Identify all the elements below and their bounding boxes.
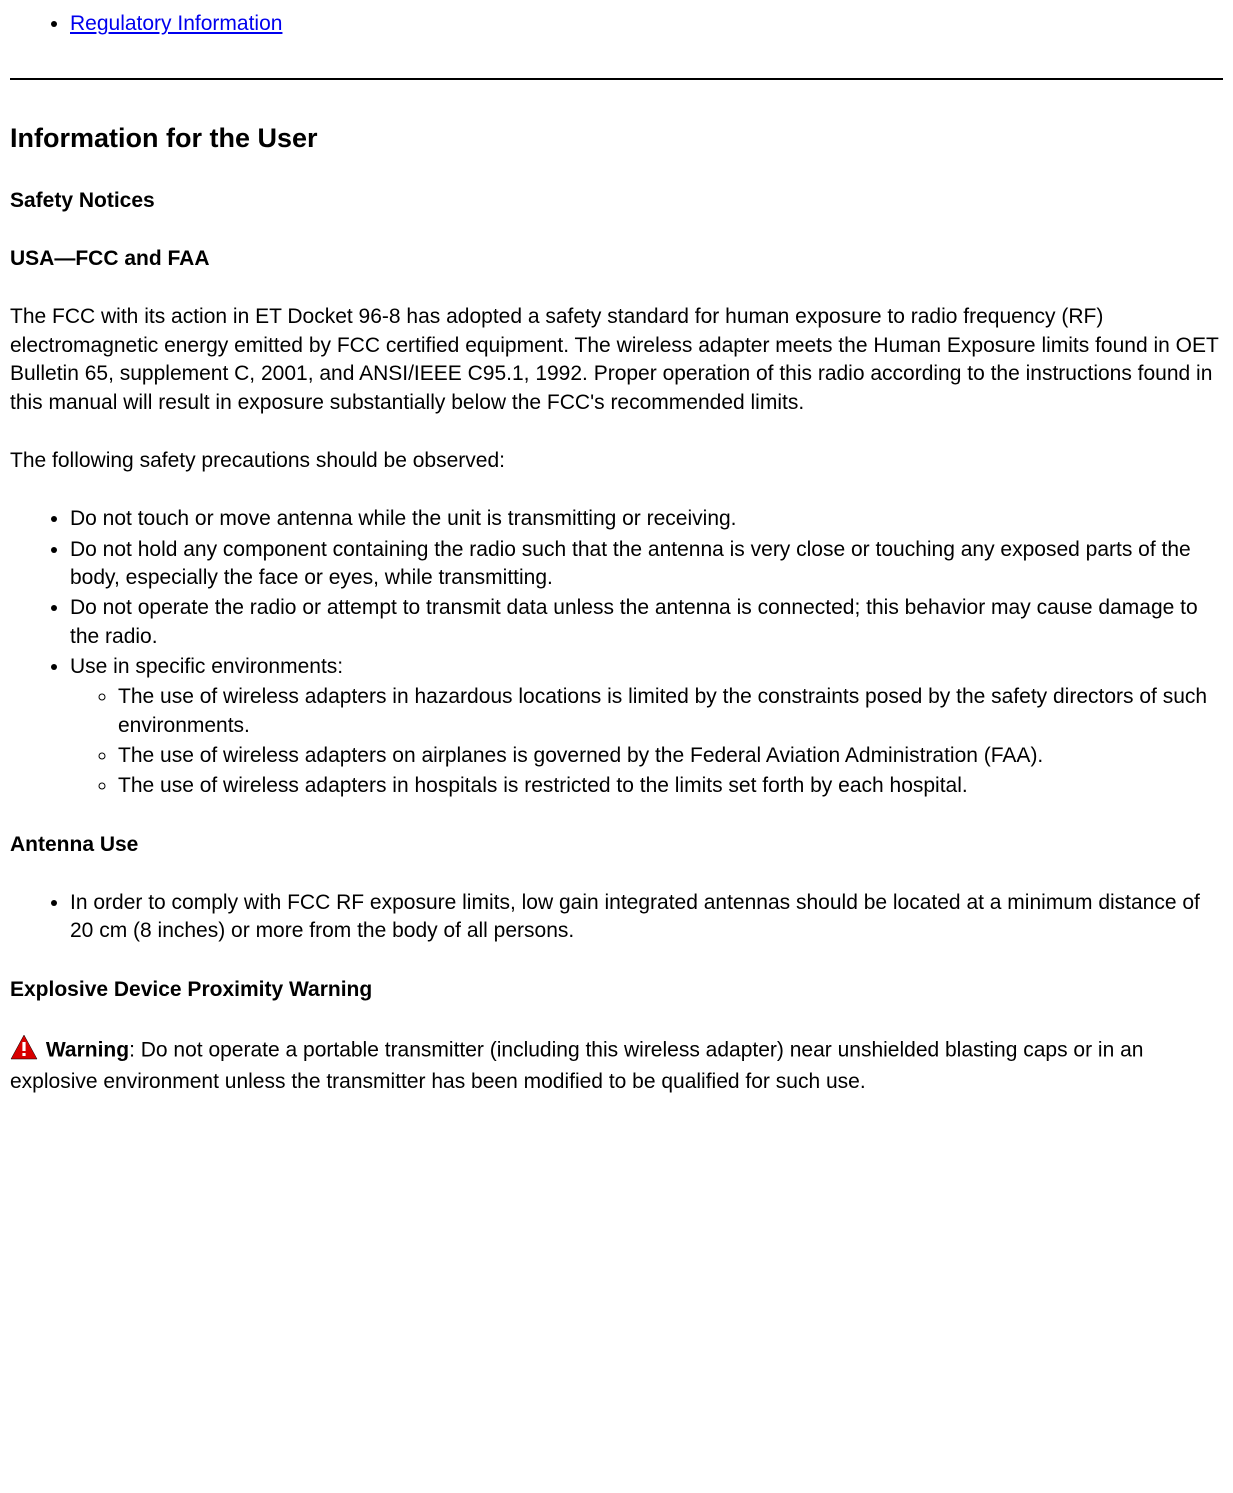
heading-usa-fcc-faa: USA—FCC and FAA <box>10 245 1223 273</box>
precautions-list: Do not touch or move antenna while the u… <box>10 505 1223 800</box>
top-link-list: Regulatory Information <box>10 10 1223 38</box>
section-divider <box>10 78 1223 80</box>
paragraph-precautions-intro: The following safety precautions should … <box>10 447 1223 475</box>
heading-safety-notices: Safety Notices <box>10 187 1223 215</box>
warning-text: : Do not operate a portable transmitter … <box>10 1039 1143 1094</box>
warning-label: Warning <box>46 1039 129 1062</box>
list-item: The use of wireless adapters in hazardou… <box>118 683 1223 740</box>
top-link-item: Regulatory Information <box>70 10 1223 38</box>
warning-icon <box>10 1034 38 1068</box>
list-item-text: Use in specific environments: <box>70 655 343 678</box>
heading-information-for-user: Information for the User <box>10 120 1223 156</box>
regulatory-information-link[interactable]: Regulatory Information <box>70 12 282 35</box>
list-item: Do not touch or move antenna while the u… <box>70 505 1223 533</box>
list-item: The use of wireless adapters on airplane… <box>118 742 1223 770</box>
warning-paragraph: Warning: Do not operate a portable trans… <box>10 1034 1223 1097</box>
list-item: Use in specific environments: The use of… <box>70 653 1223 801</box>
heading-explosive-warning: Explosive Device Proximity Warning <box>10 976 1223 1004</box>
list-item: Do not operate the radio or attempt to t… <box>70 594 1223 651</box>
heading-antenna-use: Antenna Use <box>10 831 1223 859</box>
paragraph-fcc-intro: The FCC with its action in ET Docket 96-… <box>10 303 1223 416</box>
antenna-list: In order to comply with FCC RF exposure … <box>10 889 1223 946</box>
list-item: Do not hold any component containing the… <box>70 536 1223 593</box>
list-item: The use of wireless adapters in hospital… <box>118 772 1223 800</box>
environments-sublist: The use of wireless adapters in hazardou… <box>70 683 1223 800</box>
list-item: In order to comply with FCC RF exposure … <box>70 889 1223 946</box>
